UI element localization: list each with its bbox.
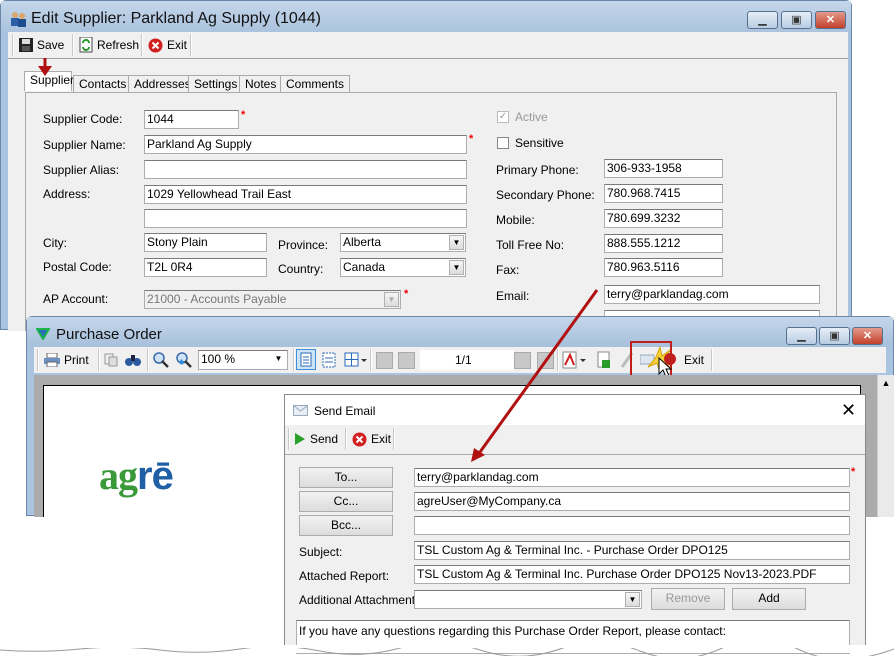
annotation-arrow-email [471,289,599,462]
annotation-arrow-tab [38,58,52,76]
annotation-layer [38,58,599,462]
